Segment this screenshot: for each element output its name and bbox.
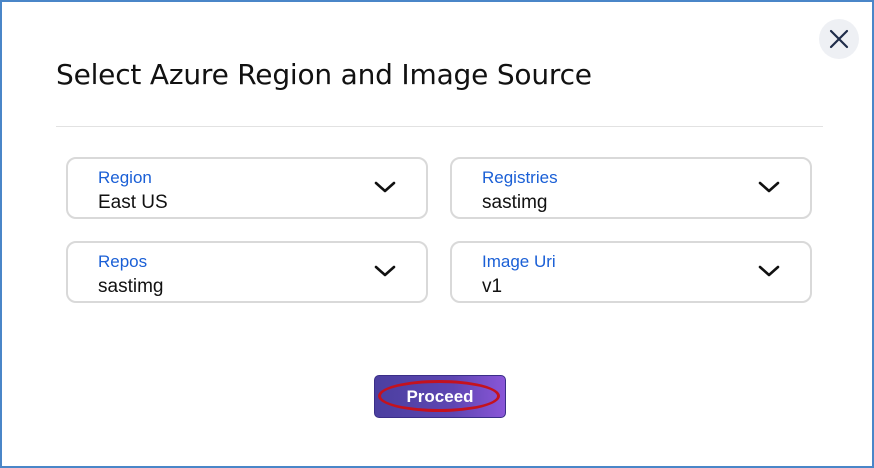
registries-label: Registries [482, 168, 558, 187]
region-value: East US [98, 192, 168, 213]
proceed-button[interactable]: Proceed [374, 375, 506, 418]
region-select[interactable]: Region East US [66, 157, 428, 219]
image-uri-value: v1 [482, 276, 503, 297]
close-button[interactable] [819, 19, 859, 59]
region-label: Region [98, 168, 152, 187]
chevron-down-icon [374, 265, 396, 277]
divider [56, 126, 823, 127]
repos-select[interactable]: Repos sastimg [66, 241, 428, 303]
registries-value: sastimg [482, 192, 548, 213]
image-uri-label: Image Uri [482, 252, 556, 271]
chevron-down-icon [758, 265, 780, 277]
chevron-down-icon [374, 181, 396, 193]
chevron-down-icon [758, 181, 780, 193]
proceed-label: Proceed [406, 386, 474, 406]
region-image-dialog: Select Azure Region and Image Source Reg… [0, 0, 874, 468]
close-icon [829, 29, 849, 49]
registries-select[interactable]: Registries sastimg [450, 157, 812, 219]
repos-label: Repos [98, 252, 148, 271]
repos-value: sastimg [98, 276, 164, 297]
dialog-title: Select Azure Region and Image Source [56, 58, 592, 91]
image-uri-select[interactable]: Image Uri v1 [450, 241, 812, 303]
